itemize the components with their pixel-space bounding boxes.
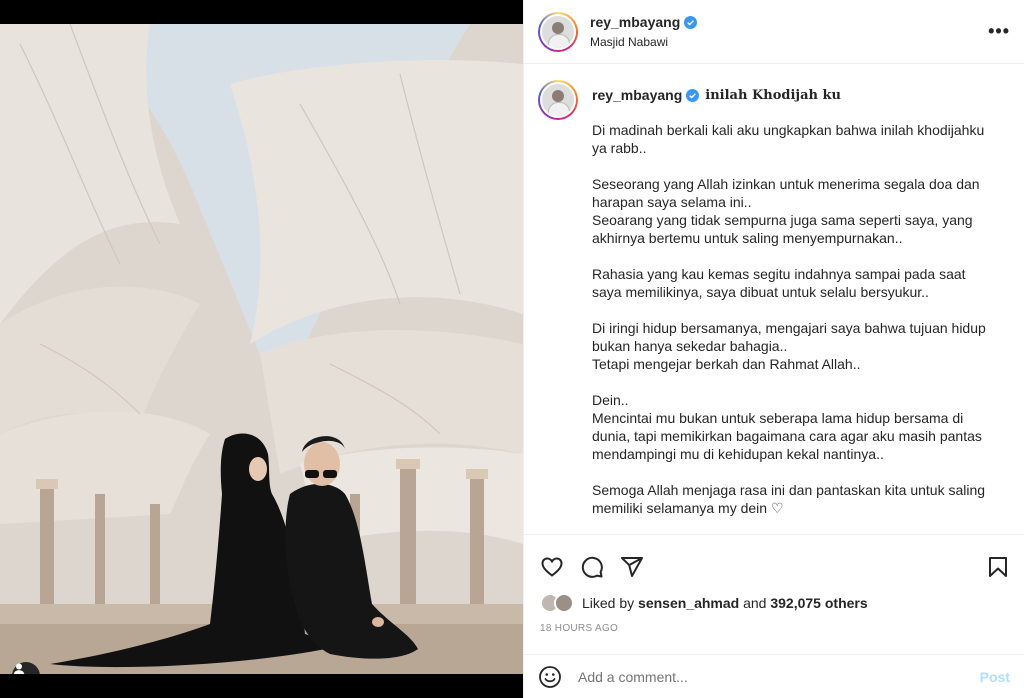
caption-header: rey_mbayang inilah Khodijah ku xyxy=(592,80,1010,103)
likes-prefix: Liked by xyxy=(582,595,635,611)
liker-username[interactable]: sensen_ahmad xyxy=(638,595,739,611)
send-icon[interactable] xyxy=(620,555,644,579)
post-header: rey_mbayang Masjid Nabawi ••• xyxy=(524,0,1024,64)
post-actions: Liked by sensen_ahmad and 392,075 others… xyxy=(524,534,1024,698)
post-timestamp[interactable]: 18 HOURS AGO xyxy=(524,613,1024,634)
avatar[interactable] xyxy=(538,11,578,52)
username-text[interactable]: rey_mbayang xyxy=(590,14,680,30)
user-tag-icon xyxy=(13,663,25,674)
header-username[interactable]: rey_mbayang xyxy=(590,14,698,30)
more-options-button[interactable]: ••• xyxy=(988,21,1010,42)
caption-avatar[interactable] xyxy=(538,80,578,120)
verified-badge-icon xyxy=(686,88,700,102)
likes-count[interactable]: 392,075 others xyxy=(770,595,867,611)
comment-icon[interactable] xyxy=(580,555,604,579)
location-link[interactable]: Masjid Nabawi xyxy=(590,35,988,49)
post-sidebar: rey_mbayang Masjid Nabawi ••• rey_mbayan… xyxy=(523,0,1024,698)
comment-form: Post xyxy=(524,654,1024,698)
caption-username[interactable]: rey_mbayang xyxy=(592,87,682,103)
likes-summary: Liked by sensen_ahmad and 392,075 others xyxy=(524,585,1024,613)
likes-middle: and xyxy=(743,595,767,611)
post-photo[interactable] xyxy=(0,24,523,674)
header-text: rey_mbayang Masjid Nabawi xyxy=(590,14,988,49)
smile-icon[interactable] xyxy=(538,665,562,689)
bookmark-icon[interactable] xyxy=(986,555,1010,579)
photo-illustration xyxy=(0,24,523,674)
heart-icon[interactable] xyxy=(540,555,564,579)
verified-badge-icon xyxy=(684,15,698,29)
comment-input[interactable] xyxy=(578,668,980,685)
comments-section: rey_mbayang inilah Khodijah ku Di madina… xyxy=(524,64,1024,534)
caption: rey_mbayang inilah Khodijah ku Di madina… xyxy=(538,80,1010,517)
instagram-post-modal: rey_mbayang Masjid Nabawi ••• rey_mbayan… xyxy=(0,0,1024,698)
post-comment-button[interactable]: Post xyxy=(980,669,1010,685)
caption-text: Di madinah berkali kali aku ungkapkan ba… xyxy=(592,122,986,516)
caption-body: rey_mbayang inilah Khodijah ku Di madina… xyxy=(592,80,1010,517)
caption-title: inilah Khodijah ku xyxy=(705,87,841,103)
action-icons xyxy=(524,535,1024,585)
liker-avatars[interactable] xyxy=(540,593,574,613)
